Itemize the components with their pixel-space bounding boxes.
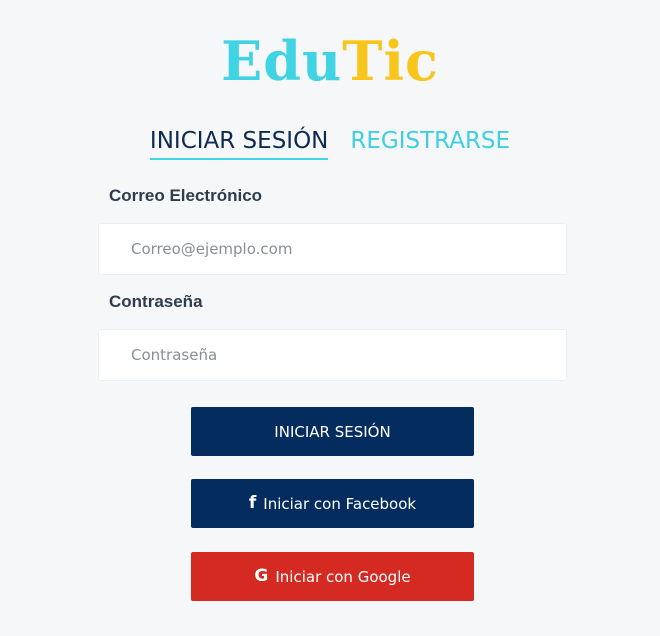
email-field[interactable]: [99, 224, 566, 274]
facebook-button-label: Iniciar con Facebook: [263, 494, 417, 513]
edutic-logo: EduTic: [0, 26, 660, 96]
logo-part-edu: Edu: [221, 29, 343, 93]
auth-tabs: INICIAR SESIÓN REGISTRARSE: [0, 128, 660, 160]
login-button[interactable]: INICIAR SESIÓN: [191, 407, 474, 456]
google-login-button[interactable]: G Iniciar con Google: [191, 552, 474, 601]
login-button-label: INICIAR SESIÓN: [274, 422, 391, 441]
email-field-wrapper: [98, 223, 567, 275]
tab-login[interactable]: INICIAR SESIÓN: [149, 128, 329, 160]
password-field[interactable]: [99, 330, 566, 380]
facebook-icon: f: [248, 493, 257, 513]
tab-register[interactable]: REGISTRARSE: [350, 128, 510, 160]
password-field-wrapper: [98, 329, 567, 381]
google-button-label: Iniciar con Google: [275, 567, 411, 586]
logo-part-tic: Tic: [342, 29, 439, 93]
facebook-login-button[interactable]: f Iniciar con Facebook: [191, 479, 474, 528]
password-label: Contraseña: [109, 292, 203, 311]
google-icon: G: [254, 566, 269, 586]
email-label: Correo Electrónico: [109, 186, 263, 205]
